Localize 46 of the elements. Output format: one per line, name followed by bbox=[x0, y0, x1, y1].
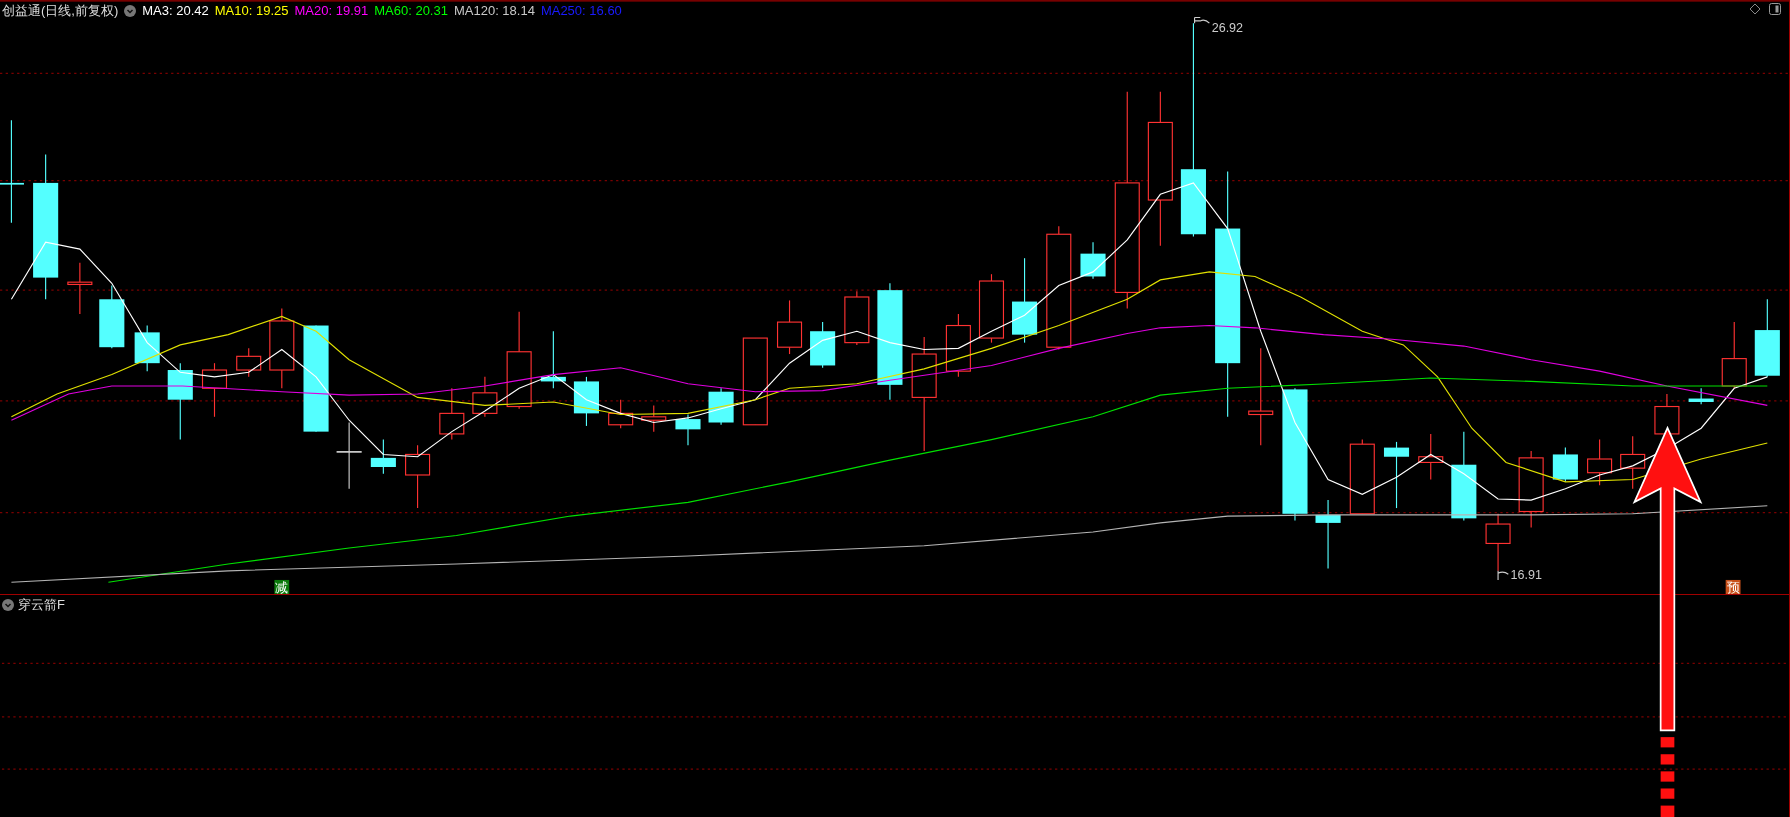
candlestick bbox=[1383, 441, 1410, 509]
candlestick bbox=[708, 387, 734, 426]
indicator-value: MA120: 18.14 bbox=[453, 2, 535, 20]
candlestick bbox=[810, 321, 836, 369]
indicator-value: MA10: 19.25 bbox=[214, 2, 289, 20]
candlestick bbox=[336, 421, 362, 490]
indicator-value: MA60: 20.31 bbox=[374, 2, 448, 20]
candlestick bbox=[439, 387, 465, 441]
indicator-title: 穿云箭F bbox=[18, 597, 65, 613]
candlestick bbox=[978, 273, 1005, 344]
candlestick bbox=[1620, 435, 1646, 490]
candlestick bbox=[99, 285, 125, 349]
candlestick bbox=[1080, 241, 1106, 280]
candlestick bbox=[540, 330, 566, 389]
candlestick bbox=[1587, 439, 1613, 486]
indicator-value: MA250: 16.60 bbox=[540, 2, 622, 20]
candlestick bbox=[641, 404, 667, 433]
candlestick bbox=[1315, 499, 1341, 570]
high-price-label: 26.92 bbox=[1194, 16, 1244, 36]
candlestick bbox=[844, 290, 870, 346]
candlestick bbox=[472, 376, 498, 418]
candlestick bbox=[573, 376, 599, 427]
candlestick bbox=[1688, 387, 1714, 405]
chart-title: 创益通(日线,前复权) bbox=[2, 2, 119, 20]
candlestick bbox=[370, 439, 396, 475]
candlestick bbox=[134, 324, 160, 372]
low-price-label: 16.91 bbox=[1497, 567, 1542, 582]
panel-toggle-icon[interactable] bbox=[1769, 3, 1781, 15]
candlestick bbox=[405, 444, 431, 509]
chevron-down-icon[interactable] bbox=[124, 5, 137, 17]
diamond-icon[interactable] bbox=[1749, 3, 1761, 15]
candlestick bbox=[236, 347, 262, 378]
candlestick bbox=[1485, 513, 1511, 572]
indicator-value: MA3: 20.42 bbox=[142, 2, 209, 20]
candlestick bbox=[776, 299, 803, 355]
candlestick bbox=[945, 313, 971, 378]
candlestick bbox=[1552, 447, 1578, 483]
indicator-value: MA20: 19.91 bbox=[294, 2, 369, 20]
candlestick bbox=[201, 362, 228, 418]
candlestick bbox=[67, 262, 93, 315]
signal-marker: 预 bbox=[1725, 579, 1741, 594]
candlestick bbox=[1418, 433, 1444, 481]
candlestick bbox=[675, 413, 701, 446]
candlestick bbox=[608, 399, 634, 429]
signal-marker: 减 bbox=[274, 579, 290, 594]
chevron-down-icon[interactable] bbox=[2, 599, 14, 611]
